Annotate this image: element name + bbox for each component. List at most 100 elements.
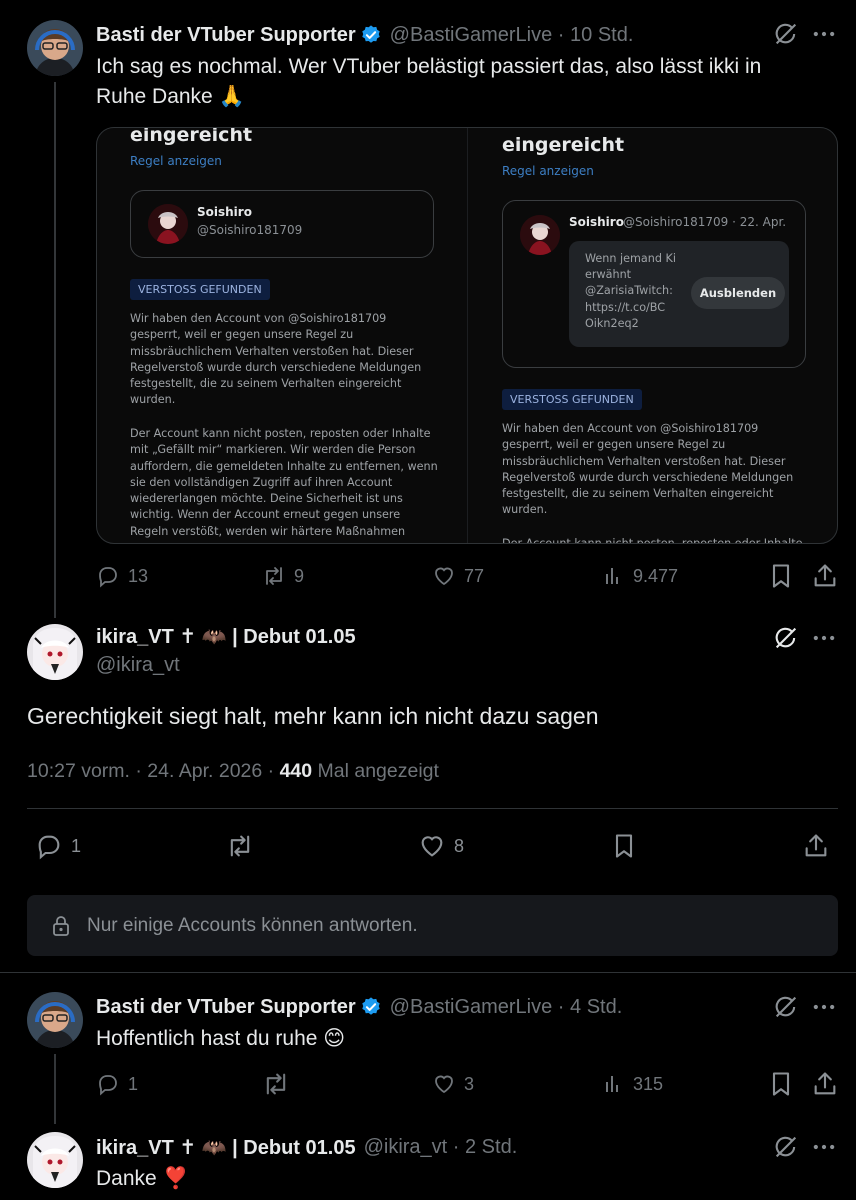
media-right-panel: eingereicht Regel anzeigen Soishiro @Soi… [468,128,837,544]
tweet-text: Danke ❣️ [96,1167,189,1190]
thread-line [54,82,56,618]
view-count: 440 [279,760,313,782]
repost-icon [262,564,286,588]
notice-paragraph: Wir haben den Account von @Soishiro18170… [502,422,794,517]
like-button[interactable]: 8 [418,832,464,860]
reply-icon [96,1072,120,1096]
account-name: Soishiro [197,205,252,219]
more-icon[interactable] [810,624,838,652]
author-handle[interactable]: @ikira_vt [96,654,180,677]
hidden-post: Wenn jemand Ki erwähnt @ZarisiaTwitch: h… [569,241,789,347]
tweet-text-line: Ruhe Danke 🙏 [96,85,245,108]
restriction-text: Nur einige Accounts können antworten. [87,914,418,936]
hide-button: Ausblenden [691,277,785,309]
rule-link: Regel anzeigen [130,154,222,168]
tweet-meta: 10:27 vorm. · 24. Apr. 2026 · 440 Mal an… [27,760,439,783]
more-icon[interactable] [810,1133,838,1161]
tweet-media[interactable]: eingereicht Regel anzeigen Soishiro @Soi… [96,127,838,544]
tweet-text: Ich sag es nochmal. Wer VTuber belästigt… [96,52,836,112]
verified-badge-icon [360,996,382,1018]
like-icon [432,1072,456,1096]
more-icon[interactable] [810,20,838,48]
bookmark-icon[interactable] [767,1070,795,1098]
handle-and-time[interactable]: @ikira_vt · 2 Std. [364,1136,518,1159]
account-name: Soishiro [569,215,624,229]
reply-icon [35,832,63,860]
views-button[interactable]: 315 [601,1072,663,1096]
view-count: 9.477 [633,565,679,586]
rule-link: Regel anzeigen [502,164,594,178]
notice-paragraph: Wir haben den Account von @Soishiro18170… [130,312,422,407]
reply-restriction-notice: Nur einige Accounts können antworten. [27,895,838,956]
media-heading: eingereicht [502,134,625,156]
views-icon [601,564,625,588]
tweet-text: Hoffentlich hast du ruhe 😊 [96,1027,346,1050]
notice-paragraph: Der Account kann nicht posten, reposten … [502,537,803,544]
repost-count: 9 [294,565,305,586]
share-icon[interactable] [802,832,830,860]
grok-icon[interactable] [772,624,800,652]
like-button[interactable]: 77 [432,564,484,588]
hidden-post-text: Wenn jemand Ki erwähnt @ZarisiaTwitch: h… [585,252,676,330]
tweet-text: Gerechtigkeit siegt halt, mehr kann ich … [27,703,599,729]
avatar[interactable] [27,1132,83,1188]
account-avatar [148,204,188,244]
author-name[interactable]: Basti der VTuber Supporter [96,996,356,1019]
reply-count: 13 [128,565,149,586]
verified-badge-icon [360,24,382,46]
lock-icon [53,915,69,936]
more-icon[interactable] [810,993,838,1021]
reply2-header: ikira_VT ✝ 🦇 | Debut 01.05 @ikira_vt · 2… [96,1134,517,1160]
grok-icon[interactable] [772,20,800,48]
handle-and-time[interactable]: @BastiGamerLive · 10 Std. [390,24,634,47]
like-count: 77 [464,565,485,586]
like-button[interactable]: 3 [432,1072,474,1096]
author-name[interactable]: Basti der VTuber Supporter [96,24,356,47]
reply-button[interactable]: 1 [35,832,81,860]
avatar[interactable] [27,992,83,1048]
reply-count: 1 [71,835,82,856]
media-heading: eingereicht [130,127,253,146]
view-count: 315 [633,1073,664,1094]
view-label: Mal angezeigt [312,760,439,782]
reported-post-card: Soishiro @Soishiro181709 · 22. Apr. Wenn… [502,200,806,368]
reply-button[interactable]: 1 [96,1072,138,1096]
notice-paragraph: Der Account kann nicht posten, reposten … [130,427,438,538]
violation-badge: VERSTOSS GEFUNDEN [502,389,642,410]
share-icon[interactable] [811,1070,839,1098]
media-left-panel: eingereicht Regel anzeigen Soishiro @Soi… [97,128,467,543]
reply-icon [96,564,120,588]
author-name[interactable]: ikira_VT ✝ 🦇 | Debut 01.05 [96,624,356,649]
grok-icon[interactable] [772,993,800,1021]
reply-button[interactable]: 13 [96,564,148,588]
account-handle: @Soishiro181709 [197,223,303,237]
repost-icon[interactable] [226,832,254,860]
bookmark-icon[interactable] [610,832,638,860]
like-count: 3 [464,1073,475,1094]
violation-badge: VERSTOSS GEFUNDEN [130,279,270,300]
reply1-header: Basti der VTuber Supporter @BastiGamerLi… [96,994,622,1020]
account-card: Soishiro @Soishiro181709 [130,190,434,258]
handle-and-time[interactable]: @BastiGamerLive · 4 Std. [390,996,623,1019]
grok-icon[interactable] [772,1133,800,1161]
reply-count: 1 [128,1073,139,1094]
share-icon[interactable] [811,562,839,590]
thread-line [54,1054,56,1124]
like-icon [418,832,446,860]
avatar[interactable] [27,624,83,680]
repost-button[interactable]: 9 [262,564,304,588]
bookmark-icon[interactable] [767,562,795,590]
tweet1-header: Basti der VTuber Supporter @BastiGamerLi… [96,22,633,48]
author-name[interactable]: ikira_VT ✝ 🦇 | Debut 01.05 [96,1135,356,1160]
avatar[interactable] [27,20,83,76]
account-avatar [520,215,560,255]
like-count: 8 [454,835,465,856]
account-meta: @Soishiro181709 · 22. Apr. [623,215,787,229]
views-button[interactable]: 9.477 [601,564,678,588]
tweet-text-line: Ich sag es nochmal. Wer VTuber belästigt… [96,55,762,78]
divider [27,808,838,809]
views-icon [601,1072,625,1096]
like-icon [432,564,456,588]
tweet-timestamp[interactable]: 10:27 vorm. · 24. Apr. 2026 · [27,760,280,782]
repost-icon[interactable] [262,1070,290,1098]
